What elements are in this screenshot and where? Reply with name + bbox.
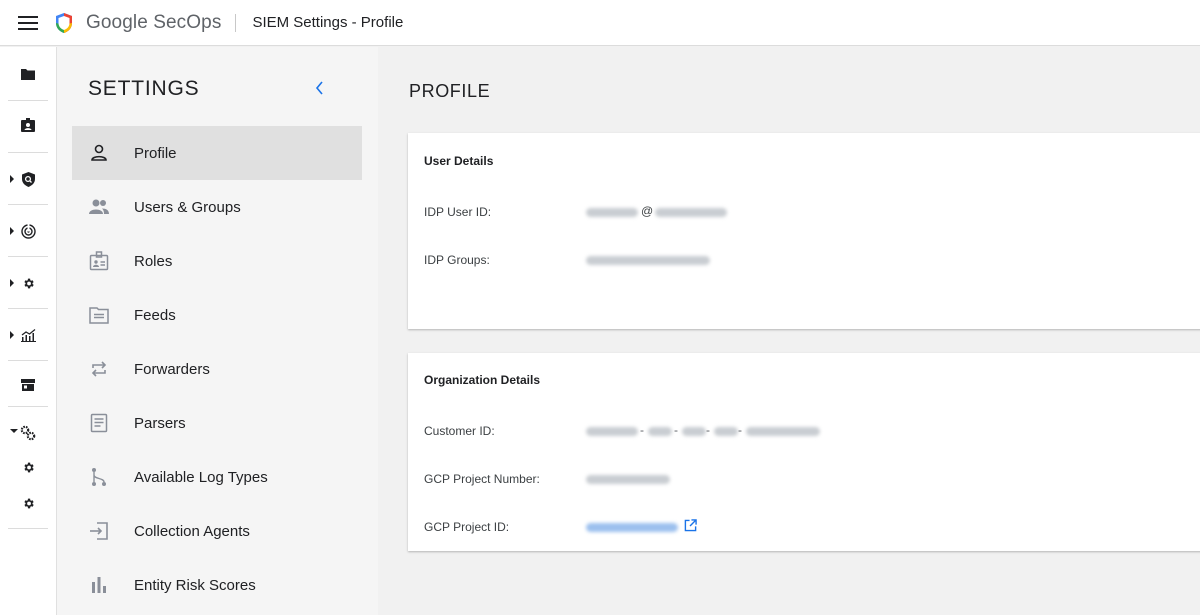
rail-settings[interactable] xyxy=(8,421,48,445)
rail-detection[interactable] xyxy=(8,167,48,191)
settings-item-forwarders[interactable]: Forwarders xyxy=(72,342,362,396)
settings-item-label: Available Log Types xyxy=(134,468,268,486)
open-in-new-icon[interactable] xyxy=(684,519,697,532)
customer-id-dash: - xyxy=(674,423,678,437)
profile-title: PROFILE xyxy=(409,81,491,101)
brand-name: Google SecOps xyxy=(86,11,222,33)
settings-item-label: Collection Agents xyxy=(134,522,250,540)
customer-id-redacted-part xyxy=(746,427,820,436)
secops-logo-icon xyxy=(56,12,72,33)
rail-group xyxy=(8,153,48,205)
customer-id-label: Customer ID: xyxy=(424,424,495,438)
idp-user-id-at: @ xyxy=(641,204,654,218)
rail-sub-settings-2[interactable] xyxy=(8,491,48,515)
icon-rail xyxy=(0,47,57,615)
settings-item-feeds[interactable]: Feeds xyxy=(72,288,362,342)
bar-chart-icon xyxy=(87,573,111,597)
settings-item-collection-agents[interactable]: Collection Agents xyxy=(72,504,362,558)
rail-folder[interactable] xyxy=(8,62,48,86)
gear-icon xyxy=(23,278,34,288)
settings-item-label: Users & Groups xyxy=(134,198,241,216)
user-details-card: User Details IDP User ID: @ IDP Groups: xyxy=(408,133,1200,329)
customer-id-dash: - xyxy=(738,423,742,437)
gcp-project-number-label: GCP Project Number: xyxy=(424,472,540,486)
card-title: User Details xyxy=(424,154,494,168)
analytics-icon xyxy=(20,328,36,342)
rail-analytics[interactable] xyxy=(8,323,48,347)
settings-item-label: Parsers xyxy=(134,414,186,432)
rail-group xyxy=(8,205,48,257)
person-icon xyxy=(87,141,111,165)
idp-groups-label: IDP Groups: xyxy=(424,253,490,267)
settings-item-label: Forwarders xyxy=(134,360,210,378)
settings-item-available-log-types[interactable]: Available Log Types xyxy=(72,450,362,504)
chevron-left-icon[interactable] xyxy=(313,79,327,97)
divider xyxy=(235,13,237,32)
idp-user-id-redacted-domain xyxy=(655,208,727,217)
rail-group xyxy=(8,101,48,153)
idp-groups-redacted xyxy=(586,256,710,265)
settings-title: SETTINGS xyxy=(88,77,200,100)
gcp-project-id-link-redacted[interactable] xyxy=(586,523,678,532)
rail-investigation[interactable] xyxy=(8,219,48,243)
rail-group xyxy=(8,361,48,407)
customer-id-dash: - xyxy=(706,423,710,437)
customer-id-redacted-part xyxy=(648,427,672,436)
rail-group xyxy=(8,309,48,361)
rail-sub-settings-1[interactable] xyxy=(8,455,48,479)
page-title: SIEM Settings - Profile xyxy=(252,14,404,31)
customer-id-dash: - xyxy=(640,423,644,437)
card-title: Organization Details xyxy=(424,373,541,387)
settings-item-users-groups[interactable]: Users & Groups xyxy=(72,180,362,234)
folder-feed-icon xyxy=(87,303,111,327)
settings-item-label: Profile xyxy=(134,144,177,162)
login-icon xyxy=(87,519,111,543)
rail-marketplace[interactable] xyxy=(8,373,48,397)
rail-group xyxy=(8,47,48,101)
people-icon xyxy=(87,195,111,219)
gears-icon xyxy=(20,425,36,441)
settings-item-label: Feeds xyxy=(134,306,176,324)
id-badge-icon xyxy=(87,249,111,273)
top-app-bar: Google SecOps SIEM Settings - Profile xyxy=(0,0,1200,46)
rail-group xyxy=(8,257,48,309)
settings-item-label: Roles xyxy=(134,252,173,270)
main-content: PROFILE User Details IDP User ID: @ IDP … xyxy=(378,47,1200,615)
idp-user-id-label: IDP User ID: xyxy=(424,205,492,219)
gear-icon xyxy=(23,498,34,508)
store-icon xyxy=(21,379,35,391)
branch-icon xyxy=(87,465,111,489)
settings-item-roles[interactable]: Roles xyxy=(72,234,362,288)
organization-details-card: Organization Details Customer ID: - - - … xyxy=(408,353,1200,551)
forward-icon xyxy=(87,357,111,381)
settings-item-parsers[interactable]: Parsers xyxy=(72,396,362,450)
customer-id-redacted-part xyxy=(714,427,738,436)
gear-icon xyxy=(23,462,34,472)
customer-id-redacted-part xyxy=(682,427,706,436)
gcp-project-number-redacted xyxy=(586,475,670,484)
radar-icon xyxy=(20,223,36,239)
settings-panel: SETTINGS Profile Users & Groups Roles Fe… xyxy=(57,47,378,615)
gcp-project-id-label: GCP Project ID: xyxy=(424,520,510,534)
settings-item-label: Entity Risk Scores xyxy=(134,576,256,594)
rail-cases[interactable] xyxy=(8,113,48,137)
customer-id-redacted-part xyxy=(586,427,638,436)
menu-icon[interactable] xyxy=(18,15,38,30)
badge-icon xyxy=(21,118,35,132)
settings-item-entity-risk-scores[interactable]: Entity Risk Scores xyxy=(72,558,362,612)
rail-response[interactable] xyxy=(8,271,48,295)
idp-user-id-redacted-local xyxy=(586,208,638,217)
folder-icon xyxy=(21,69,35,80)
shield-search-icon xyxy=(21,171,35,187)
rail-group xyxy=(8,407,48,529)
document-icon xyxy=(87,411,111,435)
settings-item-profile[interactable]: Profile xyxy=(72,126,362,180)
